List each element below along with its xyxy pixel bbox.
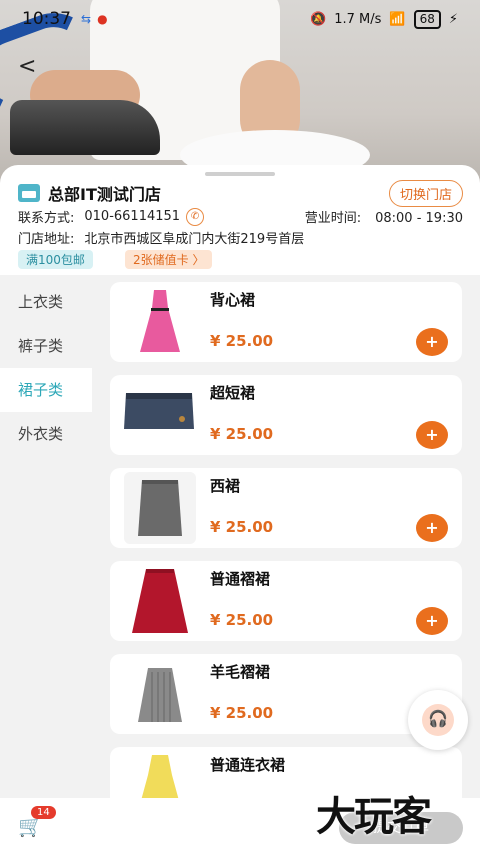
app-screen: 10:37 ⇆ ● 🔕 1.7 M/s 📶 68 ⚡ < 总部IT测试门店 切换… (0, 0, 480, 853)
product-price: ¥ 25.00 (210, 425, 274, 443)
add-to-cart-button[interactable]: + (416, 328, 448, 356)
category-sidebar: 上衣类 裤子类 裙子类 外衣类 (0, 280, 92, 456)
store-info-panel: 总部IT测试门店 切换门店 联系方式: 010-66114151 ✆ 营业时间:… (0, 165, 480, 275)
network-speed: 1.7 M/s (334, 11, 382, 27)
category-outerwear[interactable]: 外衣类 (0, 412, 92, 456)
contact-row: 联系方式: 010-66114151 ✆ (18, 207, 205, 226)
mute-icon: 🔕 (310, 11, 327, 27)
product-name: 西裙 (210, 477, 241, 495)
product-image (124, 658, 196, 730)
add-to-cart-button[interactable]: + (416, 607, 448, 635)
product-name: 普通连衣裙 (210, 756, 286, 774)
drag-handle[interactable] (205, 172, 275, 176)
category-pants[interactable]: 裤子类 (0, 324, 92, 368)
notification-icon: ● (97, 12, 108, 26)
store-icon (18, 184, 40, 202)
wifi-icon: 📶 (389, 11, 406, 27)
cart-count-badge: 14 (31, 806, 56, 819)
product-list: 背心裙 ¥ 25.00 + 超短裙 ¥ 25.00 + 西裙 ¥ 25.00 +… (110, 282, 462, 840)
store-hours: 08:00 - 19:30 (375, 211, 463, 226)
product-image (124, 379, 196, 451)
charging-icon: ⚡ (448, 11, 458, 27)
product-image (124, 565, 196, 637)
contact-label: 联系方式: (18, 211, 75, 226)
product-image (124, 286, 196, 358)
product-price: ¥ 25.00 (210, 704, 274, 722)
address-row: 门店地址: 北京市西城区阜成门内大街219号首层 (18, 228, 304, 247)
address-label: 门店地址: (18, 232, 75, 247)
status-bar: 10:37 ⇆ ● 🔕 1.7 M/s 📶 68 ⚡ (0, 0, 480, 38)
product-name: 普通褶裙 (210, 570, 271, 588)
product-price: ¥ 25.00 (210, 518, 274, 536)
product-card[interactable]: 西裙 ¥ 25.00 + (110, 468, 462, 548)
product-card[interactable]: 超短裙 ¥ 25.00 + (110, 375, 462, 455)
add-to-cart-button[interactable]: + (416, 514, 448, 542)
switch-store-button[interactable]: 切换门店 (388, 180, 463, 207)
add-to-cart-button[interactable]: + (416, 421, 448, 449)
category-tops[interactable]: 上衣类 (0, 280, 92, 324)
store-phone[interactable]: 010-66114151 (84, 209, 180, 224)
product-card[interactable]: 背心裙 ¥ 25.00 + (110, 282, 462, 362)
product-image (124, 472, 196, 544)
watermark: 大玩客 (316, 794, 432, 840)
store-address: 北京市西城区阜成门内大街219号首层 (84, 232, 305, 247)
product-name: 超短裙 (210, 384, 256, 402)
headset-icon: 🎧 (422, 704, 454, 736)
product-name: 背心裙 (210, 291, 256, 309)
store-title-row: 总部IT测试门店 (18, 181, 161, 205)
customer-service-button[interactable]: 🎧 (408, 690, 468, 750)
product-card[interactable]: 普通褶裙 ¥ 25.00 + (110, 561, 462, 641)
product-name: 羊毛褶裙 (210, 663, 271, 681)
hours-row: 营业时间: 08:00 - 19:30 (305, 207, 463, 226)
battery-level: 68 (413, 9, 441, 29)
category-skirts[interactable]: 裙子类 (0, 368, 92, 412)
back-arrow-icon[interactable]: < (18, 54, 36, 79)
phone-icon[interactable]: ✆ (186, 207, 205, 226)
free-shipping-tag: 满100包邮 (18, 250, 93, 269)
hours-label: 营业时间: (304, 211, 362, 226)
stored-value-card-tag[interactable]: 2张储值卡 〉 (125, 250, 213, 269)
store-name: 总部IT测试门店 (48, 185, 161, 204)
product-price: ¥ 25.00 (210, 611, 274, 629)
product-price: ¥ 25.00 (210, 332, 274, 350)
status-time: 10:37 (22, 9, 71, 29)
usb-icon: ⇆ (81, 12, 92, 26)
